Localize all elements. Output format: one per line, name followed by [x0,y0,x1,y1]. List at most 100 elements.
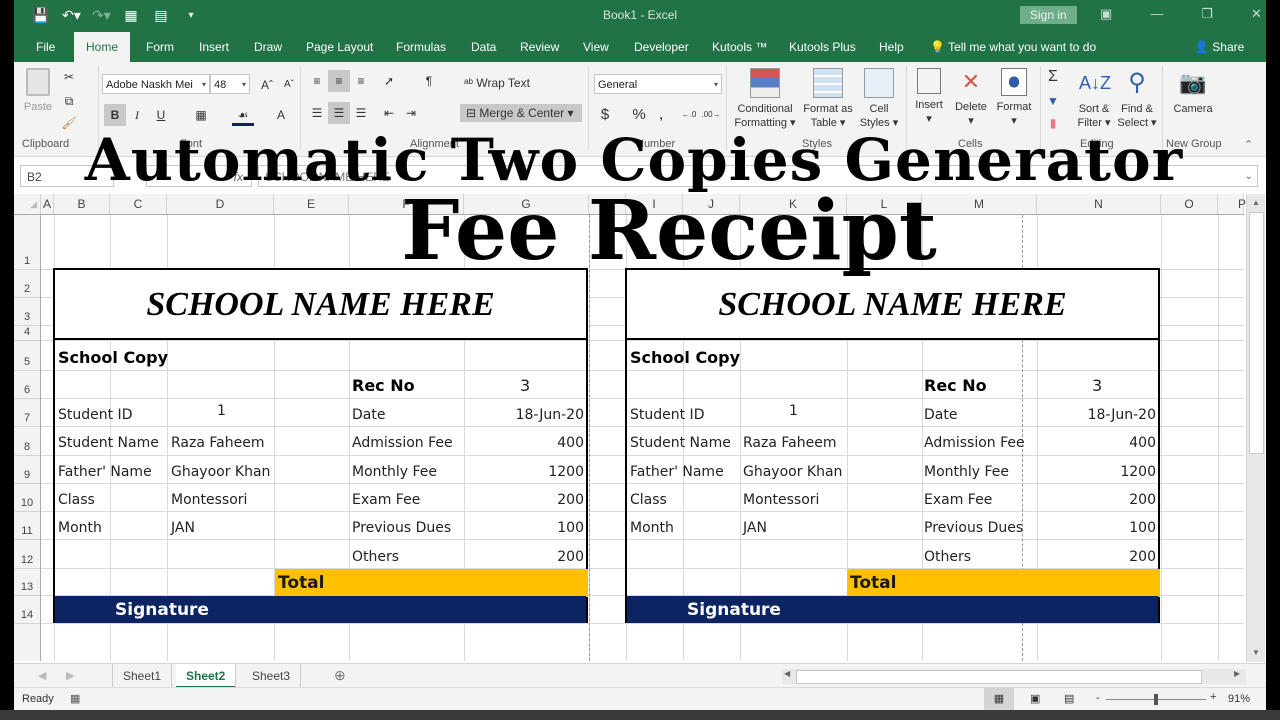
tab-developer[interactable]: Developer [632,32,691,62]
sheet-tab-sheet3[interactable]: Sheet3 [242,664,302,688]
tab-page-layout[interactable]: Page Layout [304,32,375,62]
fill-color-icon[interactable]: ☙ [232,104,254,126]
rec-no-value[interactable]: 3 [1092,376,1102,395]
insert-cells-button[interactable]: Insert ▾ [910,68,948,126]
tab-view[interactable]: View [581,32,611,62]
select-all-corner[interactable]: ◢ [14,194,41,214]
sort-filter-button[interactable]: A↓Z Sort & Filter ▾ [1074,68,1114,130]
field-value-monthly-fee[interactable]: 1200 [1120,464,1156,480]
conditional-formatting-button[interactable]: Conditional Formatting ▾ [730,68,800,130]
tab-kutools[interactable]: Kutools ™ [710,32,769,62]
field-label-previous-dues[interactable]: Previous Dues [924,520,1023,536]
field-value-class[interactable]: Montessori [171,492,247,508]
tab-file[interactable]: File [34,32,57,62]
horizontal-scroll-thumb[interactable] [796,670,1202,684]
field-label-class[interactable]: Class [630,492,667,508]
row-header-6[interactable]: 6 [14,371,40,399]
column-header-a[interactable]: A [41,194,54,214]
field-label-exam-fee[interactable]: Exam Fee [924,492,992,508]
format-as-table-button[interactable]: Format as Table ▾ [802,68,854,130]
school-name-heading[interactable]: SCHOOL NAME HERE [627,270,1158,340]
restore-icon[interactable]: ❐ [1201,6,1213,22]
italic-button[interactable]: I [126,104,148,126]
copy-icon[interactable]: ⧉ [58,90,80,112]
field-value-father-name[interactable]: Ghayoor Khan [743,464,842,480]
expand-formula-bar-icon[interactable]: ⌄ [1245,166,1253,188]
normal-view-icon[interactable]: ▦ [984,688,1014,710]
find-select-button[interactable]: ⚲ Find & Select ▾ [1116,68,1158,130]
close-icon[interactable]: ✕ [1251,6,1262,22]
save-icon[interactable]: 💾 [32,7,50,24]
field-label-student-id[interactable]: Student ID [58,407,132,423]
tab-home[interactable]: Home [74,32,131,62]
align-center-icon[interactable]: ☰ [328,102,350,124]
zoom-slider-thumb[interactable] [1154,694,1158,705]
fill-icon[interactable]: ▼ [1042,90,1064,112]
field-label-admission-fee[interactable]: Admission Fee [352,435,453,451]
copy-label[interactable]: School Copy [630,348,740,367]
tab-kutools-plus[interactable]: Kutools Plus [787,32,858,62]
row-header-10[interactable]: 10 [14,484,40,512]
collapse-ribbon-icon[interactable]: ⌃ [1244,138,1253,151]
decrease-indent-icon[interactable]: ⇤ [378,102,400,124]
merge-center-button[interactable]: ⊟ Merge & Center ▾ [460,104,582,122]
field-value-admission-fee[interactable]: 400 [1129,435,1156,451]
row-header-3[interactable]: 3 [14,298,40,326]
row-header-5[interactable]: 5 [14,341,40,371]
field-label-date[interactable]: Date [924,407,957,423]
bold-button[interactable]: B [104,104,126,126]
percent-button[interactable]: % [628,104,650,126]
field-value-class[interactable]: Montessori [743,492,819,508]
column-header-o[interactable]: O [1161,194,1218,214]
field-value-previous-dues[interactable]: 100 [1129,520,1156,536]
sheet-tab-sheet2[interactable]: Sheet2 [176,664,237,688]
field-label-monthly-fee[interactable]: Monthly Fee [924,464,1009,480]
orientation-icon[interactable]: ➚ [378,70,400,92]
prev-sheet-icon[interactable]: ◀ [38,669,46,682]
cut-icon[interactable]: ✂ [58,66,80,88]
zoom-level[interactable]: 91% [1228,693,1250,705]
page-layout-view-icon[interactable]: ▣ [1030,692,1040,705]
field-label-class[interactable]: Class [58,492,95,508]
field-value-exam-fee[interactable]: 200 [557,492,584,508]
row-header-11[interactable]: 11 [14,512,40,540]
zoom-in-button[interactable]: + [1210,691,1216,703]
field-value-admission-fee[interactable]: 400 [557,435,584,451]
currency-button[interactable]: $ [594,104,616,126]
top-align-icon[interactable]: ≡ [306,70,328,92]
format-cells-button[interactable]: Format ▾ [992,68,1036,128]
rec-no-label[interactable]: Rec No [924,376,987,395]
worksheet-grid[interactable]: SCHOOL NAME HERE School Copy Rec No 3 St… [41,215,1244,661]
field-value-month[interactable]: JAN [743,520,767,536]
column-header-n[interactable]: N [1037,194,1161,214]
field-value-student-id[interactable]: 1 [789,403,798,419]
tab-insert[interactable]: Insert [197,32,231,62]
middle-align-icon[interactable]: ≡ [328,70,350,92]
scroll-right-icon[interactable]: ▶ [1234,669,1240,678]
column-header-b[interactable]: B [54,194,110,214]
tab-review[interactable]: Review [518,32,561,62]
page-break-preview-icon[interactable]: ▤ [1064,692,1074,705]
tab-formulas[interactable]: Formulas [394,32,448,62]
customize-qat-icon[interactable]: ▾ [182,10,200,21]
borders-icon[interactable]: ▦ [190,104,212,126]
field-value-student-id[interactable]: 1 [217,403,226,419]
comma-button[interactable]: , [650,104,672,126]
zoom-out-button[interactable]: - [1096,692,1100,704]
font-color-button[interactable]: A [270,104,292,126]
field-label-student-name[interactable]: Student Name [630,435,731,451]
bottom-align-icon[interactable]: ≡ [350,70,372,92]
column-header-e[interactable]: E [274,194,349,214]
wrap-text-button[interactable]: ᵃᵇ Wrap Text [464,76,530,90]
field-label-date[interactable]: Date [352,407,385,423]
field-value-date[interactable]: 18-Jun-20 [1088,407,1156,423]
row-header-1[interactable]: 1 [14,215,40,270]
tab-help[interactable]: Help [877,32,906,62]
field-label-previous-dues[interactable]: Previous Dues [352,520,451,536]
field-value-month[interactable]: JAN [171,520,195,536]
tab-data[interactable]: Data [469,32,498,62]
column-header-d[interactable]: D [167,194,274,214]
number-format-select[interactable]: General ▾ [594,74,722,94]
vertical-scrollbar[interactable]: ▲ ▼ [1246,194,1265,662]
decrease-decimal-icon[interactable]: .00→ [700,104,722,126]
